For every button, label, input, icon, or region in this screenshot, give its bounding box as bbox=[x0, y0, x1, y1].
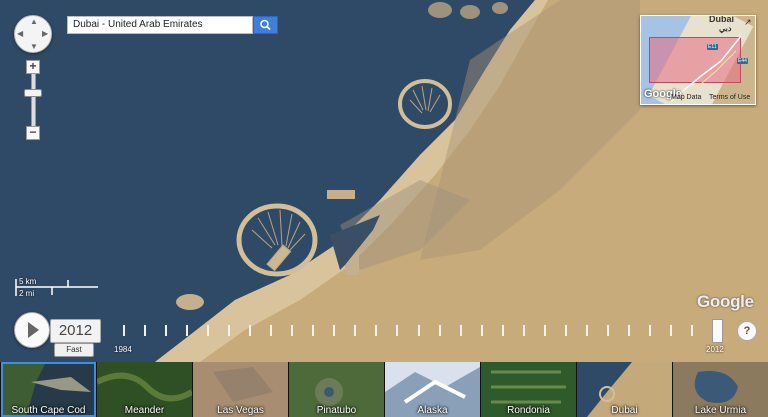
timeline-year-tick[interactable] bbox=[354, 325, 357, 336]
timeline-year-tick[interactable] bbox=[333, 325, 336, 336]
timeline-year-tick[interactable] bbox=[417, 325, 420, 336]
thumbnail-lake-urmia[interactable]: Lake Urmia bbox=[673, 362, 768, 417]
timeline-year-tick[interactable] bbox=[270, 325, 273, 336]
thumbnail-label: South Cape Cod bbox=[11, 405, 86, 416]
scale-km-label: 5 km bbox=[19, 277, 37, 286]
timeline-year-tick[interactable] bbox=[144, 325, 147, 336]
overview-minimap[interactable]: Dubai دبي E11 E44 ↗ Google Map Data Term… bbox=[640, 15, 756, 105]
timeline-year-tick[interactable] bbox=[669, 325, 672, 336]
timeline-year-tick[interactable] bbox=[606, 325, 609, 336]
timeline-year-tick[interactable] bbox=[627, 325, 630, 336]
timeline-year-tick[interactable] bbox=[690, 325, 693, 336]
timeline-year-tick[interactable] bbox=[228, 325, 231, 336]
search-icon bbox=[260, 19, 271, 31]
pan-right-icon[interactable]: ▶ bbox=[42, 30, 48, 38]
speed-toggle[interactable]: Fast bbox=[54, 343, 94, 357]
timeline-year-tick[interactable] bbox=[396, 325, 399, 336]
terms-of-use-link[interactable]: Terms of Use bbox=[709, 94, 750, 101]
zoom-out-button[interactable]: − bbox=[26, 126, 40, 140]
thumbnail-label: Lake Urmia bbox=[694, 405, 747, 416]
scale-mi-label: 2 mi bbox=[19, 289, 35, 298]
thumbnail-label: Rondonia bbox=[507, 405, 550, 416]
timeline-year-tick[interactable] bbox=[123, 325, 125, 336]
map-data-link[interactable]: Map Data bbox=[671, 94, 701, 101]
zoom-slider-handle[interactable] bbox=[24, 89, 42, 97]
thumbnail-las-vegas[interactable]: Las Vegas bbox=[193, 362, 288, 417]
pan-left-icon[interactable]: ◀ bbox=[17, 30, 23, 38]
minimap-road-shield-e44: E44 bbox=[737, 58, 748, 64]
zoom-in-button[interactable]: + bbox=[26, 60, 40, 74]
timeline-end-label: 2012 bbox=[706, 345, 724, 354]
location-search: Dubai - United Arab Emirates bbox=[67, 16, 278, 34]
timeline-year-tick[interactable] bbox=[375, 325, 378, 336]
timeline-year-tick[interactable] bbox=[291, 325, 294, 336]
thumbnail-label: Las Vegas bbox=[217, 405, 264, 416]
pan-control[interactable]: ▲ ▼ ◀ ▶ bbox=[14, 15, 52, 53]
timeline-year-tick[interactable] bbox=[585, 325, 588, 336]
timeline-year-tick[interactable] bbox=[207, 325, 210, 336]
timeline-year-tick[interactable] bbox=[312, 325, 315, 336]
google-watermark: Google bbox=[697, 292, 754, 311]
minimap-road-shield-e11: E11 bbox=[707, 44, 718, 50]
thumbnail-south-cape-cod[interactable]: South Cape Cod bbox=[1, 362, 96, 417]
minimap-city-label: Dubai bbox=[709, 15, 735, 24]
timeline-handle[interactable] bbox=[712, 319, 723, 343]
timeline-year-tick[interactable] bbox=[438, 325, 441, 336]
timeline-start-label: 1984 bbox=[114, 345, 132, 354]
thumbnail-alaska[interactable]: Alaska bbox=[385, 362, 480, 417]
timeline-year-tick[interactable] bbox=[522, 325, 525, 336]
timeline-year-tick[interactable] bbox=[648, 325, 651, 336]
timeline-year-tick[interactable] bbox=[165, 325, 168, 336]
location-thumbnail-strip: South Cape Cod Meander Las Vegas Pinatub… bbox=[0, 362, 768, 417]
help-button[interactable]: ? bbox=[737, 321, 757, 341]
thumbnail-pinatubo[interactable]: Pinatubo bbox=[289, 362, 384, 417]
thumbnail-meander[interactable]: Meander bbox=[97, 362, 192, 417]
zoom-slider-track[interactable] bbox=[31, 73, 36, 128]
search-input[interactable]: Dubai - United Arab Emirates bbox=[67, 16, 253, 34]
search-button[interactable] bbox=[253, 16, 278, 34]
minimap-expand-icon[interactable]: ↗ bbox=[744, 17, 752, 28]
thumbnail-label: Meander bbox=[124, 405, 165, 416]
thumbnail-rondonia[interactable]: Rondonia bbox=[481, 362, 576, 417]
timeline-year-tick[interactable] bbox=[543, 325, 546, 336]
satellite-map[interactable]: ▲ ▼ ◀ ▶ + − Dubai - United Arab Emirates… bbox=[0, 0, 768, 362]
timeline-year-tick[interactable] bbox=[564, 325, 567, 336]
thumbnail-label: Dubai bbox=[611, 405, 638, 416]
timeline-year-tick[interactable] bbox=[186, 325, 189, 336]
play-button[interactable] bbox=[14, 312, 50, 348]
current-year-display: 2012 bbox=[50, 319, 101, 343]
timeline-year-tick[interactable] bbox=[480, 325, 483, 336]
play-icon bbox=[28, 322, 39, 338]
thumbnail-dubai[interactable]: Dubai bbox=[577, 362, 672, 417]
minimap-city-native-label: دبي bbox=[719, 24, 732, 33]
timeline-year-tick[interactable] bbox=[459, 325, 462, 336]
timeline-year-tick[interactable] bbox=[249, 325, 252, 336]
thumbnail-label: Pinatubo bbox=[316, 405, 357, 416]
pan-up-icon[interactable]: ▲ bbox=[30, 18, 38, 26]
pan-down-icon[interactable]: ▼ bbox=[30, 43, 38, 51]
thumbnail-label: Alaska bbox=[417, 405, 448, 416]
timeline-year-tick[interactable] bbox=[501, 325, 504, 336]
